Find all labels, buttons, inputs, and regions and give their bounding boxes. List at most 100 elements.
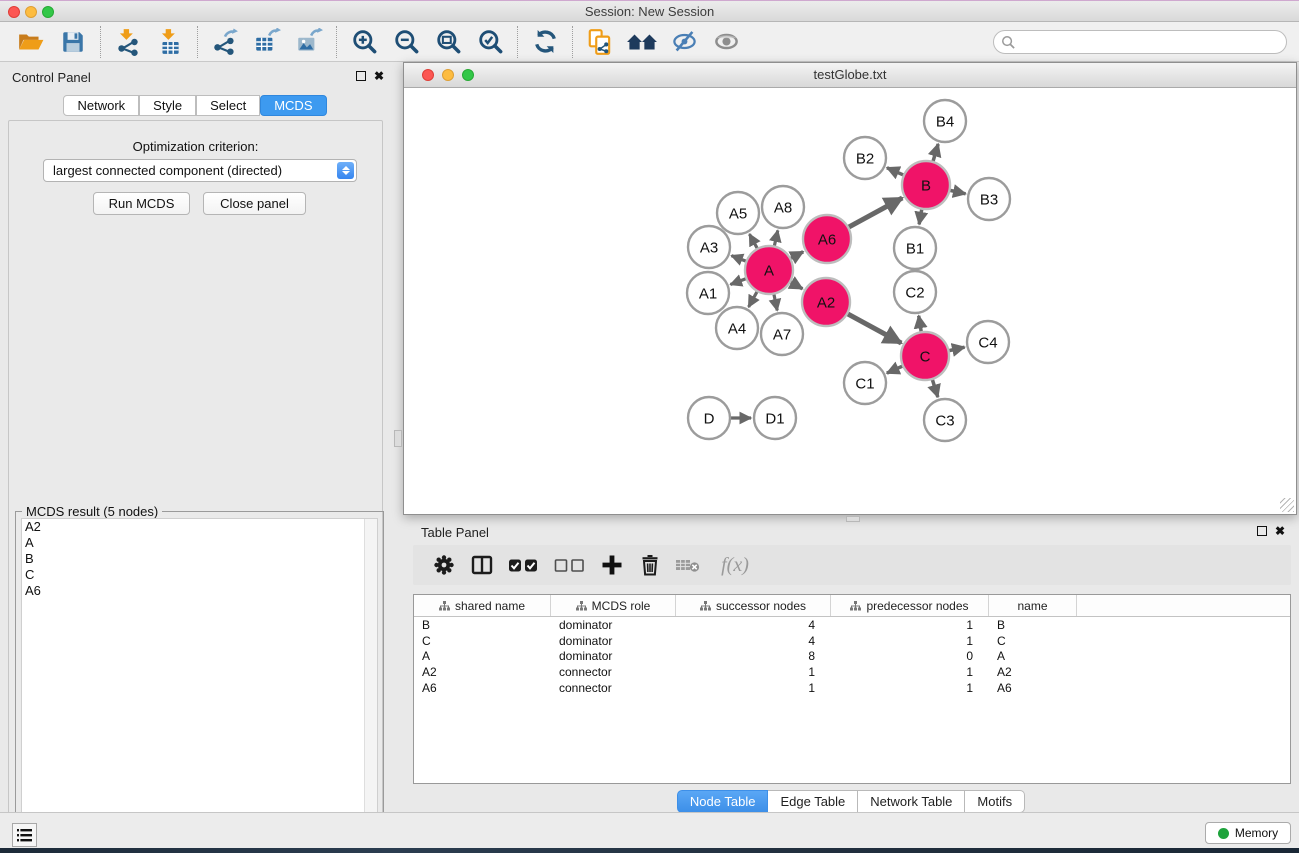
table-cell: A6 — [414, 680, 551, 696]
memory-label: Memory — [1235, 826, 1278, 840]
mcds-result-item[interactable]: A6 — [22, 583, 377, 599]
graph-node-label: C4 — [978, 334, 997, 351]
import-table-icon[interactable] — [149, 24, 191, 60]
resize-grip-icon[interactable] — [1280, 498, 1294, 512]
optimization-criterion-label: Optimization criterion: — [9, 139, 382, 154]
table-cell: dominator — [551, 617, 676, 633]
table-row[interactable]: A6connector11A6 — [414, 680, 1290, 696]
export-image-icon[interactable] — [288, 24, 330, 60]
open-file-icon[interactable] — [10, 24, 52, 60]
close-window-button[interactable] — [8, 6, 20, 18]
toolbar-separator — [336, 26, 337, 58]
mcds-result-item[interactable]: C — [22, 567, 377, 583]
import-network-icon[interactable] — [107, 24, 149, 60]
table-row[interactable]: Cdominator41C — [414, 633, 1290, 649]
network-view-window: testGlobe.txt B4B2BB3A8A5A6A3B1AA1C2A2A4… — [403, 62, 1297, 515]
zoom-fit-icon[interactable] — [427, 24, 469, 60]
mcds-result-list[interactable]: A2ABCA6 — [21, 518, 378, 848]
function-builder-icon[interactable]: f(x) — [711, 550, 759, 580]
table-row[interactable]: A2connector11A2 — [414, 664, 1290, 680]
graph-edge — [846, 313, 901, 343]
graph-edge — [919, 208, 922, 225]
delete-table-icon[interactable] — [673, 550, 703, 580]
clone-network-icon[interactable] — [579, 24, 621, 60]
tab-node-table[interactable]: Node Table — [677, 790, 769, 813]
minimize-window-button[interactable] — [25, 6, 37, 18]
mcds-result-item[interactable]: A2 — [22, 519, 377, 535]
tab-edge-table[interactable]: Edge Table — [768, 790, 858, 813]
home-layout-icon[interactable] — [621, 24, 663, 60]
column-header-successor-nodes[interactable]: successor nodes — [676, 595, 831, 616]
zoom-selected-icon[interactable] — [469, 24, 511, 60]
optimization-criterion-dropdown[interactable]: largest connected component (directed) — [43, 159, 357, 182]
table-cell: B — [414, 617, 551, 633]
table-cell: 1 — [831, 633, 989, 649]
close-panel-icon[interactable]: ✖ — [1275, 526, 1285, 536]
add-column-icon[interactable] — [597, 550, 627, 580]
maximize-window-button[interactable] — [42, 6, 54, 18]
show-graphics-icon[interactable] — [705, 24, 747, 60]
close-panel-button[interactable]: Close panel — [203, 192, 306, 215]
vertical-splitter-handle[interactable] — [394, 430, 402, 447]
hierarchy-icon — [700, 601, 711, 611]
tab-select[interactable]: Select — [196, 95, 260, 116]
graph-node-label: A8 — [774, 199, 792, 216]
network-window-titlebar[interactable]: testGlobe.txt — [404, 63, 1296, 88]
table-toolbar: f(x) — [413, 545, 1291, 585]
settings-gear-icon[interactable] — [429, 550, 459, 580]
toolbar-separator — [572, 26, 573, 58]
maximize-window-button[interactable] — [462, 69, 474, 81]
hide-graphics-icon[interactable] — [663, 24, 705, 60]
export-table-icon[interactable] — [246, 24, 288, 60]
export-network-icon[interactable] — [204, 24, 246, 60]
refresh-icon[interactable] — [524, 24, 566, 60]
memory-button[interactable]: Memory — [1205, 822, 1291, 844]
table-cell: 8 — [676, 648, 831, 664]
search-input[interactable] — [1016, 32, 1286, 52]
table-cell: connector — [551, 664, 676, 680]
column-header-mcds-role[interactable]: MCDS role — [551, 595, 676, 616]
table-cell: 1 — [831, 664, 989, 680]
search-field[interactable] — [993, 30, 1287, 54]
graph-edge — [933, 144, 939, 163]
tab-network-table[interactable]: Network Table — [858, 790, 965, 813]
mcds-result-title: MCDS result (5 nodes) — [22, 504, 162, 519]
run-mcds-button[interactable]: Run MCDS — [93, 192, 190, 215]
tab-mcds[interactable]: MCDS — [260, 95, 326, 116]
minimize-window-button[interactable] — [442, 69, 454, 81]
select-all-icon[interactable] — [505, 550, 543, 580]
task-history-button[interactable] — [12, 823, 37, 847]
column-header-label: shared name — [455, 599, 525, 613]
tab-style[interactable]: Style — [139, 95, 196, 116]
scrollbar-track[interactable] — [364, 519, 377, 847]
table-row[interactable]: Bdominator41B — [414, 617, 1290, 633]
deselect-all-icon[interactable] — [551, 550, 589, 580]
network-window-title: testGlobe.txt — [404, 63, 1296, 87]
float-panel-icon[interactable] — [356, 71, 366, 81]
zoom-out-icon[interactable] — [385, 24, 427, 60]
graph-node-label: C2 — [905, 284, 924, 301]
save-session-icon[interactable] — [52, 24, 94, 60]
zoom-in-icon[interactable] — [343, 24, 385, 60]
close-panel-icon[interactable]: ✖ — [374, 71, 384, 81]
hierarchy-icon — [576, 601, 587, 611]
column-header-shared-name[interactable]: shared name — [414, 595, 551, 616]
graph-edge — [887, 168, 905, 176]
table-row[interactable]: Adominator80A — [414, 648, 1290, 664]
column-header-name[interactable]: name — [989, 595, 1077, 616]
tab-network[interactable]: Network — [63, 95, 139, 116]
tab-motifs[interactable]: Motifs — [965, 790, 1025, 813]
graph-edge — [919, 316, 922, 334]
close-window-button[interactable] — [422, 69, 434, 81]
column-view-icon[interactable] — [467, 550, 497, 580]
float-panel-icon[interactable] — [1257, 526, 1267, 536]
mcds-result-item[interactable]: B — [22, 551, 377, 567]
control-panel-title: Control Panel — [12, 70, 91, 85]
delete-column-icon[interactable] — [635, 550, 665, 580]
table-cell: 1 — [676, 664, 831, 680]
column-header-predecessor-nodes[interactable]: predecessor nodes — [831, 595, 989, 616]
network-graph-canvas[interactable]: B4B2BB3A8A5A6A3B1AA1C2A2A4A7C4CC1C3DD1 — [404, 88, 1296, 514]
column-header-label: successor nodes — [716, 599, 806, 613]
status-bar: Memory — [0, 812, 1299, 848]
mcds-result-item[interactable]: A — [22, 535, 377, 551]
